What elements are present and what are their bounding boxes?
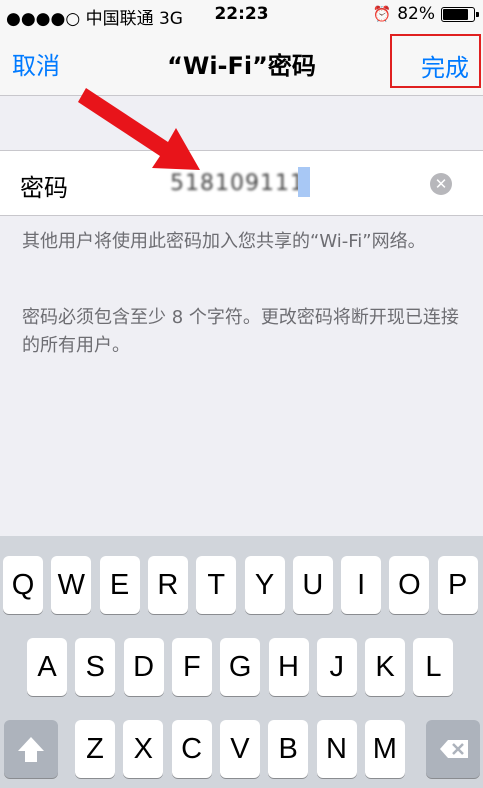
shift-icon [18, 737, 44, 762]
key-y[interactable]: Y [244, 556, 285, 614]
key-r[interactable]: R [147, 556, 188, 614]
key-e[interactable]: E [99, 556, 140, 614]
key-x[interactable]: X [123, 720, 164, 778]
key-a[interactable]: A [27, 638, 67, 696]
key-q[interactable]: Q [3, 556, 43, 614]
delete-icon [440, 740, 468, 758]
key-h[interactable]: H [268, 638, 309, 696]
key-d[interactable]: D [123, 638, 164, 696]
key-i[interactable]: I [341, 556, 382, 614]
key-m[interactable]: M [364, 720, 405, 778]
key-l[interactable]: L [413, 638, 454, 696]
key-g[interactable]: G [220, 638, 261, 696]
key-c[interactable]: C [171, 720, 212, 778]
key-w[interactable]: W [51, 556, 92, 614]
key-k[interactable]: K [365, 638, 406, 696]
key-t[interactable]: T [196, 556, 237, 614]
key-j[interactable]: J [316, 638, 357, 696]
key-f[interactable]: F [171, 638, 212, 696]
key-z[interactable]: Z [75, 720, 115, 778]
key-o[interactable]: O [389, 556, 430, 614]
key-v[interactable]: V [219, 720, 260, 778]
key-u[interactable]: U [292, 556, 333, 614]
keyboard: QWERTYUIOP ASDFGHJKL ZXCVBNM [0, 536, 483, 788]
key-p[interactable]: P [437, 556, 478, 614]
shift-key[interactable] [4, 720, 58, 778]
key-s[interactable]: S [75, 638, 116, 696]
delete-key[interactable] [426, 720, 480, 778]
key-b[interactable]: B [268, 720, 309, 778]
key-n[interactable]: N [316, 720, 357, 778]
